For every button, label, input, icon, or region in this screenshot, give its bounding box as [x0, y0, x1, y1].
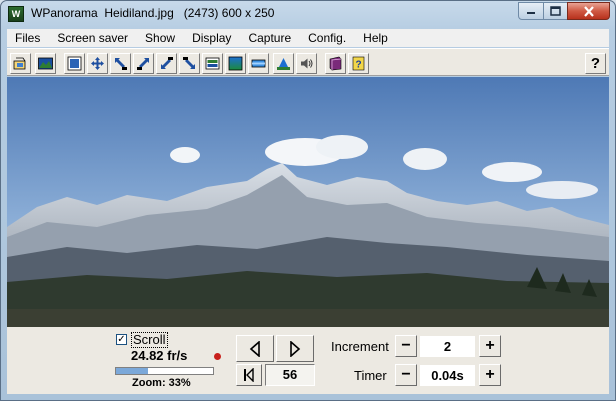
triangle-left-icon [249, 340, 260, 357]
arrow-down-left-icon [161, 57, 173, 69]
scroll-left-button[interactable] [236, 335, 274, 362]
band-icon [251, 59, 266, 68]
minimize-button[interactable] [518, 2, 544, 20]
frame-button[interactable] [202, 53, 223, 74]
increment-label: Increment [331, 339, 389, 354]
menu-files[interactable]: Files [7, 31, 49, 45]
menu-show[interactable]: Show [137, 31, 184, 45]
title-bar[interactable]: W WPanorama Heidiland.jpg (2473) 600 x 2… [1, 1, 615, 28]
image-button[interactable] [35, 53, 56, 74]
menu-help[interactable]: Help [355, 31, 397, 45]
open-file-icon [13, 57, 26, 70]
scroll-right-button[interactable] [276, 335, 314, 362]
sound-button[interactable] [296, 53, 317, 74]
menu-bar: Files Screen saver Show Display Capture … [7, 29, 609, 47]
arrow-down-left-button[interactable] [156, 53, 177, 74]
image-icon [38, 57, 53, 70]
zoom-label: Zoom: 33% [132, 377, 191, 389]
mountain-panorama-picture [7, 77, 609, 327]
frame-icon [205, 57, 220, 70]
help-book-icon: ? [352, 56, 365, 71]
book-button[interactable] [325, 53, 346, 74]
close-icon [583, 5, 594, 17]
zoom-out-arrow-button[interactable] [110, 53, 131, 74]
zoom-slider-fill [116, 368, 148, 374]
maximize-button[interactable] [543, 2, 568, 20]
menu-config[interactable]: Config. [300, 31, 355, 45]
minimize-icon [527, 12, 535, 14]
zoom-out-arrow-icon [115, 58, 127, 70]
gradient-icon [228, 56, 243, 71]
move-button[interactable] [87, 53, 108, 74]
first-frame-button[interactable] [236, 364, 262, 386]
timer-plus-button[interactable]: + [479, 364, 501, 386]
svg-text:?: ? [355, 60, 361, 71]
window-title: WPanorama Heidiland.jpg (2473) 600 x 250 [31, 6, 275, 20]
sound-icon [301, 58, 313, 69]
move-icon [91, 57, 104, 70]
menu-display[interactable]: Display [184, 31, 240, 45]
toolbar: ? ? [7, 48, 609, 76]
viewer-button[interactable] [273, 53, 294, 74]
fit-window-icon [67, 56, 82, 71]
book-icon [329, 56, 342, 71]
increment-plus-button[interactable]: + [479, 335, 501, 357]
increment-minus-button[interactable]: − [395, 335, 417, 357]
arrow-down-right-icon [183, 57, 195, 69]
timer-minus-button[interactable]: − [395, 364, 417, 386]
panorama-image[interactable] [7, 77, 609, 327]
timer-field[interactable]: 0.04s [420, 365, 475, 386]
viewer-icon [277, 58, 290, 70]
triangle-right-icon [290, 340, 301, 357]
scroll-checkbox[interactable]: ✓ [116, 334, 127, 345]
help-book-button[interactable]: ? [348, 53, 369, 74]
menu-capture[interactable]: Capture [240, 31, 300, 45]
help-button[interactable]: ? [585, 53, 606, 74]
main-window: W WPanorama Heidiland.jpg (2473) 600 x 2… [0, 0, 616, 401]
arrow-up-right-button[interactable] [133, 53, 154, 74]
timer-label: Timer [354, 368, 387, 383]
increment-field[interactable]: 2 [420, 336, 475, 357]
band-button[interactable] [248, 53, 269, 74]
menu-screen-saver[interactable]: Screen saver [49, 31, 137, 45]
fit-window-button[interactable] [64, 53, 85, 74]
gradient-button[interactable] [225, 53, 246, 74]
wpanorama-app-icon[interactable]: W [8, 6, 24, 22]
scroll-label[interactable]: Scroll [131, 332, 168, 348]
frame-rate-readout: 24.82 fr/s [131, 348, 188, 363]
arrow-up-right-icon [137, 58, 149, 70]
zoom-slider[interactable] [115, 367, 214, 375]
control-panel: ✓ Scroll 24.82 fr/s Zoom: 33% 56 Increme… [7, 327, 609, 394]
record-indicator-icon [214, 353, 221, 360]
arrow-down-right-button[interactable] [179, 53, 200, 74]
frame-counter: 56 [265, 364, 315, 386]
open-file-button[interactable] [10, 53, 31, 74]
close-button[interactable] [567, 2, 610, 20]
first-frame-icon [244, 368, 254, 382]
maximize-icon [550, 6, 561, 16]
